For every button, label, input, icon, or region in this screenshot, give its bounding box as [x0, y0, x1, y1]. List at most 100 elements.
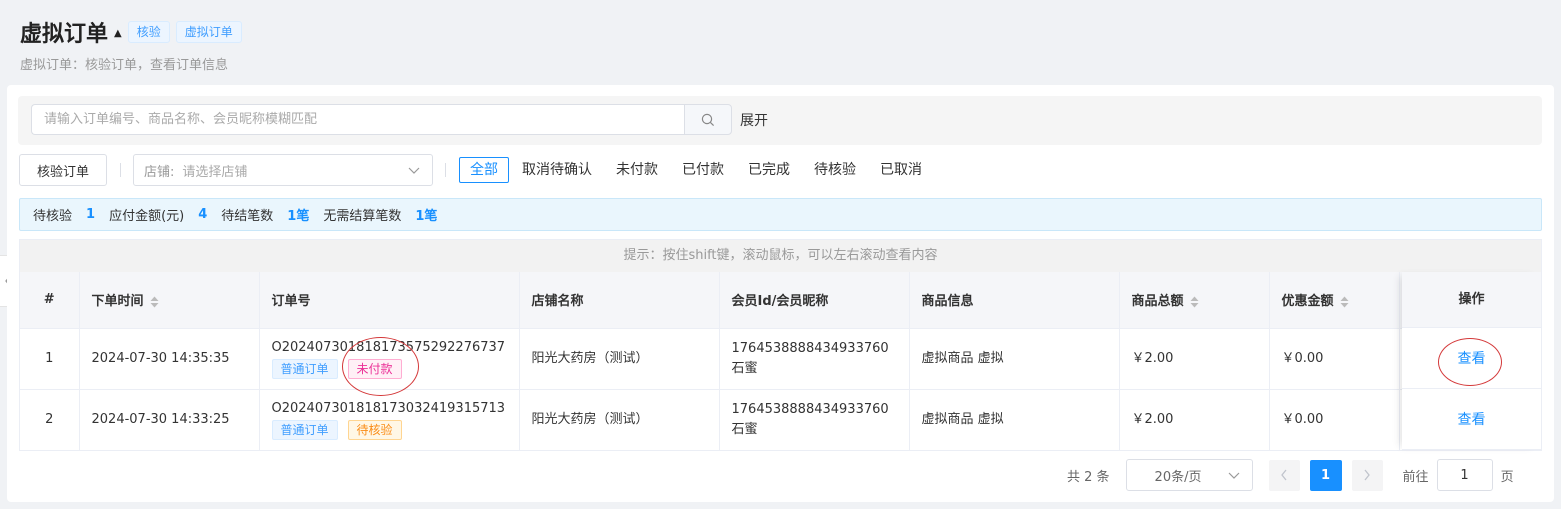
order-status-tag: 未付款: [347, 359, 402, 379]
cell-order-no: O20240730181817303241931​5713 普通订单 待核验: [259, 389, 520, 451]
stat-value-pending-settle: 1笔: [287, 209, 310, 224]
cell-discount: ￥0.00: [1269, 389, 1400, 451]
filter-tab-paid[interactable]: 已付款: [671, 157, 735, 183]
chevron-down-icon: [408, 167, 420, 174]
order-type-tag: 普通订单: [271, 359, 338, 379]
filter-tab-all[interactable]: 全部: [459, 157, 509, 183]
col-header-goods-total[interactable]: 商品总额: [1119, 272, 1270, 329]
table-row: 2 2024-07-30 14:33:25 O20240730181817303…: [20, 389, 1542, 451]
chevron-right-icon: [1364, 469, 1370, 481]
filter-tab-cancel-pending[interactable]: 取消待确认: [511, 157, 603, 183]
page-subtitle: 虚拟订单：核验订单，查看订单信息: [20, 58, 229, 73]
search-icon: [701, 113, 715, 126]
stat-label-pending-settle: 待结笔数: [221, 209, 274, 224]
filter-tab-pending-verify[interactable]: 待核验: [803, 157, 867, 183]
filter-tab-cancelled[interactable]: 已取消: [869, 157, 933, 183]
order-number: O20240730181817303241931​5713: [271, 401, 506, 416]
col-header-store: 店铺名称: [519, 272, 720, 329]
status-filter-tabs: 全部 取消待确认 未付款 已付款 已完成 待核验 已取消: [459, 157, 935, 183]
col-header-order-no: 订单号: [259, 272, 520, 329]
stat-value-pending-verify: 1: [86, 207, 96, 222]
cell-order-time: 2024-07-30 14:33:25: [79, 389, 260, 451]
sort-icon[interactable]: [1340, 296, 1349, 308]
col-header-order-time-label: 下单时间: [91, 294, 144, 310]
stat-label-pending-verify: 待核验: [33, 209, 73, 224]
goto-page-input[interactable]: [1436, 459, 1493, 491]
cell-member: 1764538888434933760 石蜜: [719, 328, 910, 390]
header-tag-verify: 核验: [127, 21, 170, 43]
member-id: 1764538888434933760: [731, 340, 889, 356]
col-header-goods-total-label: 商品总额: [1131, 294, 1184, 310]
order-number: O20240730181817357529227​6737: [271, 340, 506, 355]
sort-icon[interactable]: [1190, 296, 1199, 308]
member-name: 石蜜: [731, 421, 758, 437]
search-button[interactable]: [684, 104, 732, 135]
divider: [445, 163, 446, 177]
cell-goods: 虚拟商品 虚拟: [909, 328, 1120, 390]
chevron-down-icon: [1228, 472, 1239, 479]
cell-goods-total: ￥2.00: [1119, 328, 1270, 390]
next-page-button[interactable]: [1351, 459, 1383, 491]
stat-value-no-settle: 1笔: [415, 209, 438, 224]
chevron-left-icon: [1281, 469, 1287, 481]
cell-discount: ￥0.00: [1269, 328, 1400, 390]
pagination-total: 共 2 条: [1067, 469, 1110, 485]
stat-label-no-settle: 无需结算笔数: [323, 209, 402, 224]
order-status-tag: 待核验: [347, 420, 402, 440]
verify-order-button[interactable]: 核验订单: [19, 154, 107, 186]
stat-value-payable-amount: 4: [198, 207, 208, 222]
member-id: 1764538888434933760: [731, 401, 889, 417]
search-bar: 展开: [18, 96, 1542, 145]
stats-bar: 待核验 1 应付金额(元) 4 待结笔数 1笔 无需结算笔数 1笔: [19, 198, 1542, 231]
toolbar: 核验订单 店铺: 请选择店铺 全部 取消待确认 未付款 已付款 已完成 待核验 …: [19, 154, 1543, 186]
goto-label: 前往: [1402, 469, 1429, 485]
divider: [120, 163, 121, 177]
page-size-select[interactable]: 20条/页: [1125, 459, 1253, 491]
cell-store: 阳光大药房（测试）: [519, 389, 720, 451]
table-row: 1 2024-07-30 14:35:35 O20240730181817357…: [20, 328, 1542, 390]
cell-index: 2: [20, 389, 80, 451]
view-button[interactable]: 查看: [1458, 409, 1486, 429]
scroll-hint: 提示：按住shift键，滚动鼠标，可以左右滚动查看内容: [20, 240, 1541, 272]
filter-tab-unpaid[interactable]: 未付款: [605, 157, 669, 183]
col-header-discount[interactable]: 优惠金额: [1269, 272, 1400, 329]
page-size-value: 20条/页: [1154, 469, 1202, 485]
expand-link[interactable]: 展开: [740, 110, 768, 130]
action-column: 操作 查看 查看: [1402, 272, 1541, 450]
cell-goods: 虚拟商品 虚拟: [909, 389, 1120, 451]
page-unit: 页: [1500, 469, 1514, 485]
main-card: 展开 核验订单 店铺: 请选择店铺 全部 取消待确认 未付款 已付款 已完成 待…: [7, 85, 1554, 502]
cell-order-no: O20240730181817357529227​6737 普通订单 未付款: [259, 328, 520, 390]
caret-up-icon[interactable]: ▲: [114, 28, 122, 39]
col-header-order-time[interactable]: 下单时间: [79, 272, 260, 329]
cell-goods-total: ￥2.00: [1119, 389, 1270, 451]
page-number-current[interactable]: 1: [1309, 459, 1342, 491]
order-table: 提示：按住shift键，滚动鼠标，可以左右滚动查看内容 # 下单时间 订单号 店…: [19, 239, 1542, 451]
header-tag-virtual-order: 虚拟订单: [175, 21, 242, 43]
store-select-placeholder: 请选择店铺: [182, 164, 248, 180]
col-header-member: 会员Id/会员昵称: [719, 272, 910, 329]
page-title: 虚拟订单: [20, 22, 109, 47]
table-header-row: # 下单时间 订单号 店铺名称 会员Id/会员昵称 商品信息 商品总额 优惠金额: [20, 272, 1542, 329]
page-header: 虚拟订单 ▲ 核验 虚拟订单 虚拟订单：核验订单，查看订单信息: [20, 16, 242, 73]
order-type-tag: 普通订单: [271, 420, 338, 440]
stat-label-payable-amount: 应付金额(元): [109, 209, 185, 224]
filter-tab-completed[interactable]: 已完成: [737, 157, 801, 183]
col-header-index: #: [20, 272, 80, 329]
store-select[interactable]: 店铺: 请选择店铺: [133, 154, 433, 186]
col-header-action: 操作: [1402, 272, 1541, 328]
view-button[interactable]: 查看: [1458, 348, 1486, 368]
col-header-discount-label: 优惠金额: [1281, 294, 1334, 310]
store-select-prefix: 店铺:: [144, 164, 175, 180]
search-input[interactable]: [31, 104, 685, 135]
sort-icon[interactable]: [150, 296, 159, 308]
cell-order-time: 2024-07-30 14:35:35: [79, 328, 260, 390]
member-name: 石蜜: [731, 360, 758, 376]
cell-member: 1764538888434933760 石蜜: [719, 389, 910, 451]
cell-index: 1: [20, 328, 80, 390]
prev-page-button[interactable]: [1268, 459, 1300, 491]
pagination: 共 2 条 20条/页 1 前往 页: [1067, 459, 1514, 491]
cell-store: 阳光大药房（测试）: [519, 328, 720, 390]
action-cell: 查看: [1402, 389, 1541, 450]
col-header-goods: 商品信息: [909, 272, 1120, 329]
